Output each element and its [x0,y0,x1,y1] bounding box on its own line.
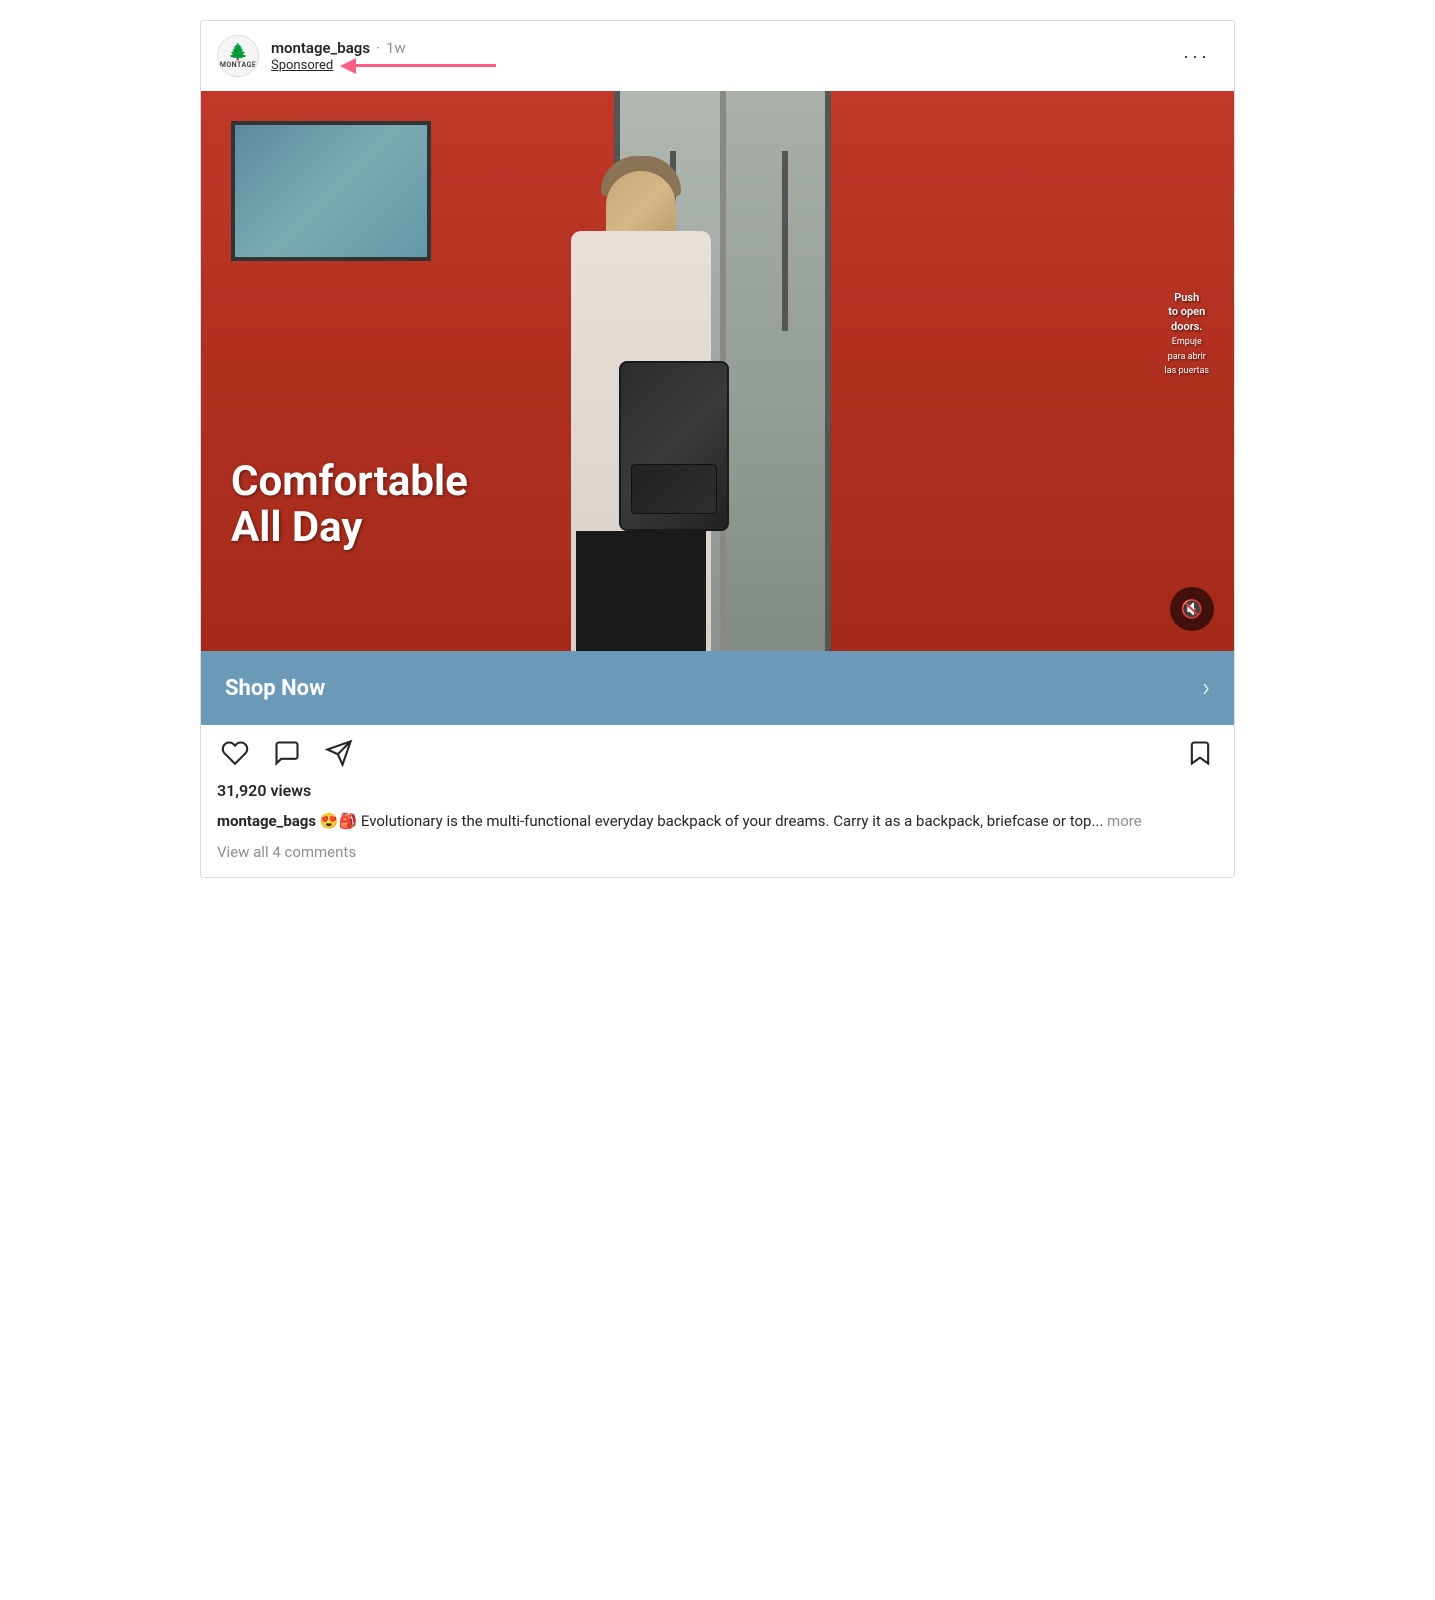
save-button[interactable] [1182,735,1218,771]
username[interactable]: montage_bags [271,39,370,57]
push-sign-text: Pushto opendoors.Empujepara abrirlas pue… [1164,291,1209,376]
views-count: 31,920 views [201,777,1234,808]
time-ago: 1w [386,39,406,57]
username-row: montage_bags · 1w [271,39,496,57]
sponsored-arrow-annotation [341,58,496,74]
cta-bar[interactable]: Shop Now › [201,651,1234,725]
arrow-head-icon [340,58,356,74]
video-scene[interactable]: Comfortable All Day Pushto opendoors.Emp… [201,91,1234,651]
like-button[interactable] [217,735,253,771]
push-sign: Pushto opendoors.Empujepara abrirlas pue… [1164,291,1209,378]
sponsored-row: Sponsored [271,58,496,74]
heart-icon [221,739,249,767]
caption-username[interactable]: montage_bags [217,812,316,830]
avatar-brand-text: MONTAGE [220,61,257,69]
more-options-button[interactable]: ··· [1175,42,1218,71]
avatar-image: 🌲 MONTAGE [218,36,258,76]
overlay-line1: Comfortable [231,459,468,505]
avatar[interactable]: 🌲 MONTAGE [217,35,259,77]
post-media: Comfortable All Day Pushto opendoors.Emp… [201,91,1234,725]
backpack-pocket [631,464,717,514]
person-figure [511,131,771,651]
video-overlay-text: Comfortable All Day [231,459,468,551]
train-window-left [231,121,431,261]
share-icon [325,739,353,767]
header-left: 🌲 MONTAGE montage_bags · 1w Sponsored [217,35,496,77]
comment-button[interactable] [269,735,305,771]
person-pants [576,531,706,651]
mute-button[interactable]: 🔇 [1170,587,1214,631]
backpack [619,361,729,531]
header-meta: montage_bags · 1w Sponsored [271,39,496,74]
comment-icon [273,739,301,767]
post-caption: montage_bags 😍🎒 Evolutionary is the mult… [201,808,1234,841]
avatar-tree-icon: 🌲 [228,44,248,60]
view-all-comments[interactable]: View all 4 comments [201,841,1234,877]
caption-more[interactable]: more [1107,812,1142,830]
cta-label: Shop Now [225,676,325,701]
actions-left [217,735,357,771]
overlay-line2: All Day [231,505,468,551]
arrow-line [356,64,496,67]
separator: · [376,39,380,57]
mute-icon: 🔇 [1181,599,1203,620]
door-window-right [782,151,788,331]
instagram-post: 🌲 MONTAGE montage_bags · 1w Sponsored [200,20,1235,878]
caption-body: Evolutionary is the multi-functional eve… [361,812,1103,830]
post-header: 🌲 MONTAGE montage_bags · 1w Sponsored [201,21,1234,91]
cta-arrow-icon: › [1202,673,1210,703]
post-actions [201,725,1234,777]
share-button[interactable] [321,735,357,771]
sponsored-label[interactable]: Sponsored [271,58,333,73]
caption-emojis: 😍🎒 [320,812,357,830]
bookmark-icon [1186,739,1214,767]
